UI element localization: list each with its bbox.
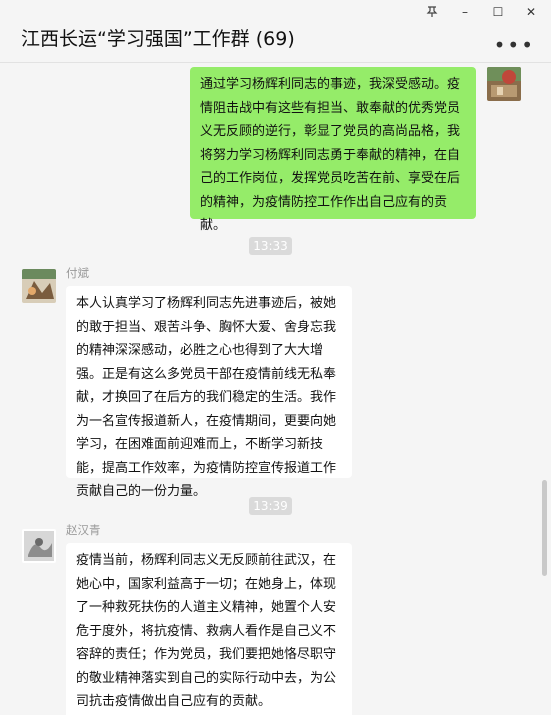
minimize-button[interactable]: –	[455, 5, 475, 19]
more-options-button[interactable]: •••	[494, 33, 535, 57]
close-button[interactable]: ✕	[521, 5, 541, 19]
title-bar: 江西长运“学习强国”工作群 (69) – ☐ ✕ •••	[0, 0, 551, 63]
my-avatar[interactable]	[487, 67, 521, 101]
timestamp: 13:39	[249, 497, 292, 515]
sender-avatar[interactable]	[22, 529, 56, 563]
sender-name: 付斌	[66, 266, 89, 280]
sender-avatar-image	[22, 269, 56, 303]
pin-icon-glyph	[426, 6, 438, 17]
my-avatar-image	[487, 67, 521, 101]
sender-avatar[interactable]	[22, 269, 56, 303]
pin-icon[interactable]	[422, 5, 442, 20]
timestamp: 13:33	[249, 237, 292, 255]
message-bubble[interactable]: 本人认真学习了杨辉利同志先进事迹后，被她的敢于担当、艰苦斗争、胸怀大爱、舍身忘我…	[66, 286, 352, 499]
message-list[interactable]: 通过学习杨辉利同志的事迹，我深受感动。疫情阻击战中有这些有担当、敢奉献的优秀党员…	[0, 63, 551, 715]
sender-name: 赵汉青	[66, 523, 101, 537]
sender-avatar-image	[22, 529, 56, 563]
scrollbar[interactable]	[542, 480, 547, 576]
message-bubble[interactable]: 疫情当前，杨辉利同志义无反顾前往武汉，在她心中，国家利益高于一切；在她身上，体现…	[66, 543, 352, 715]
my-message-bubble[interactable]: 通过学习杨辉利同志的事迹，我深受感动。疫情阻击战中有这些有担当、敢奉献的优秀党员…	[190, 67, 476, 233]
chat-title: 江西长运“学习强国”工作群 (69)	[21, 28, 295, 50]
maximize-button[interactable]: ☐	[488, 5, 508, 19]
